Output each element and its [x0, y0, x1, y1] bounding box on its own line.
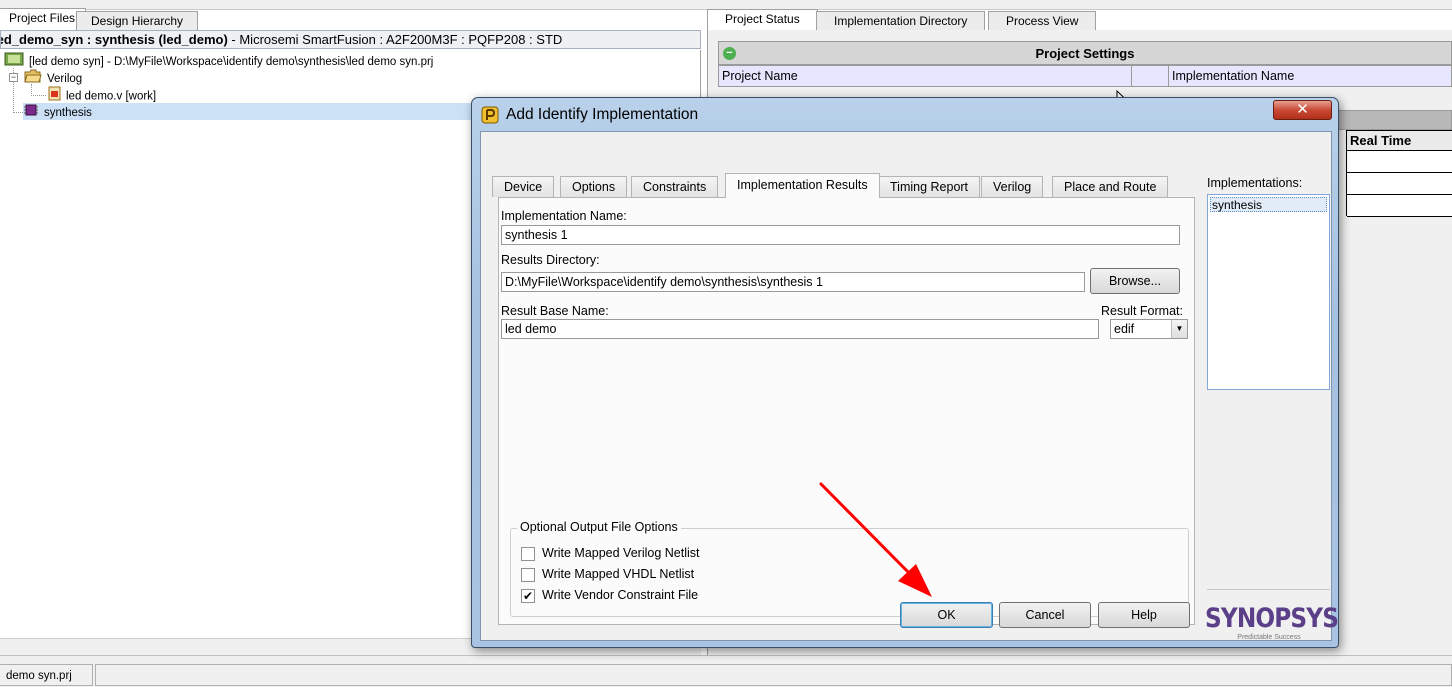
result-format-value: edif [1114, 322, 1135, 336]
project-title-bar: led_demo_syn : synthesis (led_demo) - Mi… [0, 30, 701, 49]
table-row [1347, 195, 1452, 217]
tree-item-synthesis[interactable]: synthesis [23, 103, 471, 120]
tree-item-verilog-file[interactable]: led demo.v [work] [48, 86, 156, 103]
tree-item-file-label: led demo.v [work] [66, 90, 157, 103]
implementations-list[interactable]: synthesis [1207, 194, 1330, 390]
tab-implementation-results[interactable]: Implementation Results [725, 173, 880, 198]
option-label: Write Mapped Verilog Netlist [542, 546, 700, 560]
project-title-device: - Microsemi SmartFusion : A2F200M3F : PQ… [227, 32, 563, 47]
project-settings-header: − Project Settings [718, 41, 1452, 65]
checkbox-unchecked-icon[interactable] [521, 546, 535, 561]
divider [1207, 589, 1330, 590]
project-icon [4, 52, 24, 72]
option-label: Write Mapped VHDL Netlist [542, 567, 695, 581]
collapse-toggle[interactable]: − [9, 73, 18, 82]
project-title-bold: led_demo_syn : synthesis (led_demo) [0, 32, 228, 47]
synopsys-tagline: Predictable Success [1237, 634, 1301, 641]
add-identify-implementation-dialog: Add Identify Implementation ✕ Device Opt… [471, 97, 1339, 648]
option-write-mapped-vhdl[interactable]: Write Mapped VHDL Netlist [521, 567, 694, 584]
tab-project-files[interactable]: Project Files [0, 8, 87, 29]
table-row [1347, 173, 1452, 195]
result-base-name-label: Result Base Name: [501, 304, 609, 318]
tab-process-view[interactable]: Process View [988, 11, 1097, 30]
list-item[interactable]: synthesis [1210, 197, 1327, 212]
chip-icon [23, 103, 39, 123]
project-settings-title: Project Settings [1035, 46, 1135, 61]
tab-verilog[interactable]: Verilog [981, 176, 1044, 197]
results-directory-label: Results Directory: [501, 253, 600, 267]
project-name-label: Project Name [718, 65, 1132, 87]
help-button[interactable]: Help [1098, 602, 1190, 628]
tree-item-verilog-folder[interactable]: Verilog [24, 69, 82, 86]
status-message [95, 664, 1452, 686]
tree-item-verilog-label: Verilog [47, 73, 83, 86]
synopsys-wordmark: SYNOPSYS [1205, 603, 1339, 634]
implementations-label: Implementations: [1207, 176, 1303, 190]
tab-device[interactable]: Device [492, 176, 555, 197]
tree-item-project-label: [led demo syn] - D:\MyFile\Workspace\ide… [29, 56, 434, 69]
chevron-down-icon: ▼ [1171, 320, 1187, 338]
tab-project-status[interactable]: Project Status [707, 9, 818, 30]
implementation-name-label: Implementation Name [1168, 65, 1452, 87]
option-label: Write Vendor Constraint File [542, 588, 699, 602]
project-name-value [1131, 65, 1169, 87]
option-write-mapped-verilog[interactable]: Write Mapped Verilog Netlist [521, 546, 699, 563]
tab-implementation-directory[interactable]: Implementation Directory [816, 11, 986, 30]
tab-constraints[interactable]: Constraints [631, 176, 719, 197]
tab-design-hierarchy[interactable]: Design Hierarchy [76, 11, 199, 30]
status-table: Real Time [1346, 130, 1452, 217]
checkbox-unchecked-icon[interactable] [521, 567, 535, 582]
identify-app-icon [481, 106, 499, 124]
table-row [1347, 151, 1452, 173]
dialog-title: Add Identify Implementation [506, 106, 699, 123]
result-base-name-field[interactable]: led demo [501, 319, 1099, 339]
implementation-name-field[interactable]: synthesis 1 [501, 225, 1180, 245]
close-icon: ✕ [1296, 101, 1309, 118]
collapse-circle-icon[interactable]: − [723, 47, 736, 60]
status-file: demo syn.prj [0, 664, 93, 686]
result-format-label: Result Format: [1101, 304, 1183, 318]
results-directory-field[interactable]: D:\MyFile\Workspace\identify demo\synthe… [501, 272, 1085, 292]
tab-timing-report[interactable]: Timing Report [878, 176, 981, 197]
optional-output-group-label: Optional Output File Options [517, 520, 681, 534]
close-button[interactable]: ✕ [1273, 100, 1332, 120]
tab-options[interactable]: Options [560, 176, 628, 197]
ok-button[interactable]: OK [900, 602, 993, 628]
folder-open-icon [24, 69, 42, 89]
checkbox-checked-icon[interactable]: ✔ [521, 588, 535, 603]
tab-place-and-route[interactable]: Place and Route [1052, 176, 1169, 197]
tree-item-synthesis-label: synthesis [44, 107, 92, 120]
implementation-name-label: Implementation Name: [501, 209, 627, 223]
real-time-header: Real Time [1347, 131, 1452, 151]
result-format-select[interactable]: edif ▼ [1110, 319, 1188, 339]
status-bar: demo syn.prj [0, 655, 1452, 687]
dialog-body: Device Options Constraints Implementatio… [480, 131, 1339, 642]
cancel-button[interactable]: Cancel [999, 602, 1091, 628]
tree-item-project[interactable]: [led demo syn] - D:\MyFile\Workspace\ide… [4, 52, 433, 69]
synopsys-logo: SYNOPSYS Predictable Success [1205, 603, 1339, 642]
browse-button[interactable]: Browse... [1090, 268, 1180, 294]
option-write-vendor-constraint[interactable]: ✔ Write Vendor Constraint File [521, 588, 698, 605]
